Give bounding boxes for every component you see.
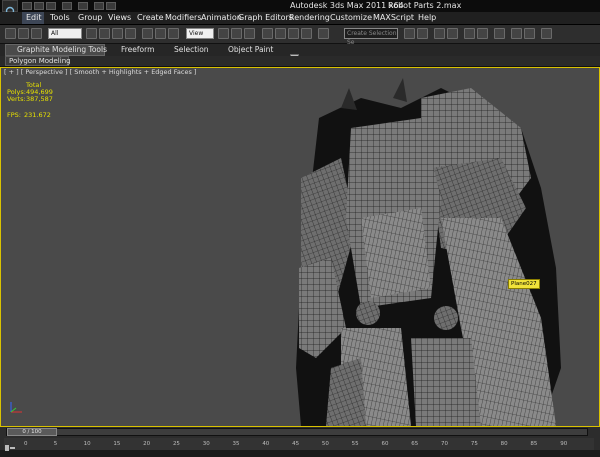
- reference-coord-dropdown[interactable]: View: [186, 28, 214, 39]
- frame-tick-label: 15: [113, 441, 121, 447]
- named-selection-field[interactable]: Create Selection Se: [344, 28, 398, 46]
- project-folder-icon[interactable]: [94, 2, 104, 10]
- stats-fps-label: FPS:: [7, 111, 21, 119]
- select-by-name-icon[interactable]: [99, 28, 110, 39]
- quick-access-dropdown-icon[interactable]: [106, 2, 116, 10]
- frame-tick-label: 90: [560, 441, 568, 447]
- render-setup-icon[interactable]: [511, 28, 522, 39]
- menu-rendering[interactable]: Rendering: [289, 12, 330, 24]
- material-editor-icon[interactable]: [494, 28, 505, 39]
- window-file-name: Robot Parts 2.max: [388, 1, 462, 10]
- menu-edit[interactable]: Edit: [26, 12, 42, 24]
- select-link-icon[interactable]: [5, 28, 16, 39]
- spinner-snap-icon[interactable]: [301, 28, 312, 39]
- frame-tick-label: 60: [381, 441, 389, 447]
- menu-maxscript[interactable]: MAXScript: [373, 12, 414, 24]
- panel-polygon-modeling[interactable]: Polygon Modeling: [9, 56, 71, 66]
- frame-tick-label: 25: [172, 441, 180, 447]
- ribbon-panel-bar: [0, 56, 600, 67]
- keyboard-shortcut-override-icon[interactable]: [244, 28, 255, 39]
- bind-space-warp-icon[interactable]: [31, 28, 42, 39]
- scale-icon[interactable]: [168, 28, 179, 39]
- frame-tick-label: 20: [143, 441, 151, 447]
- select-object-icon[interactable]: [86, 28, 97, 39]
- tab-object-paint[interactable]: Object Paint: [228, 44, 273, 56]
- frame-tick-label: 30: [202, 441, 210, 447]
- pivot-center-icon[interactable]: [218, 28, 229, 39]
- frame-tick-label: 5: [53, 441, 58, 447]
- frame-ruler: 0 5 10 15 20 25 30 35 40 45 50 55 60 65 70 75 80 85 90: [24, 441, 590, 449]
- move-icon[interactable]: [142, 28, 153, 39]
- frame-tick-label: 0: [24, 441, 28, 447]
- frame-tick-label: 10: [83, 441, 91, 447]
- menu-group[interactable]: Group: [78, 12, 102, 24]
- align-icon[interactable]: [417, 28, 428, 39]
- menu-help[interactable]: Help: [418, 12, 436, 24]
- rotate-icon[interactable]: [155, 28, 166, 39]
- save-file-icon[interactable]: [46, 2, 56, 10]
- ribbon-options-icon[interactable]: [290, 46, 306, 61]
- frame-tick-label: 45: [292, 441, 300, 447]
- window-crossing-icon[interactable]: [125, 28, 136, 39]
- angle-snap-icon[interactable]: [275, 28, 286, 39]
- percent-snap-icon[interactable]: [288, 28, 299, 39]
- stats-fps-value: 231.672: [24, 111, 51, 119]
- application-button[interactable]: [2, 0, 18, 16]
- layer-manager-icon[interactable]: [434, 28, 445, 39]
- viewport-label[interactable]: [ + ] [ Perspective ] [ Smooth + Highlig…: [4, 68, 196, 77]
- frame-tick-label: 75: [470, 441, 478, 447]
- time-slider[interactable]: [6, 428, 588, 436]
- frame-tick-label: 70: [441, 441, 449, 447]
- object-name-tooltip: Plane027: [508, 279, 540, 289]
- frame-tick-label: 80: [500, 441, 508, 447]
- time-slider-thumb[interactable]: 0 / 100: [7, 428, 57, 436]
- perspective-viewport[interactable]: [0, 67, 600, 427]
- tab-selection[interactable]: Selection: [174, 44, 209, 56]
- edit-named-selection-icon[interactable]: [318, 28, 329, 39]
- menu-customize[interactable]: Customize: [330, 12, 372, 24]
- unlink-icon[interactable]: [18, 28, 29, 39]
- key-icon[interactable]: [4, 438, 16, 451]
- new-file-icon[interactable]: [22, 2, 32, 10]
- menu-tools[interactable]: Tools: [50, 12, 70, 24]
- frame-tick-label: 35: [232, 441, 240, 447]
- window-title: Autodesk 3ds Max 2011 x64: [290, 1, 404, 10]
- tab-freeform[interactable]: Freeform: [121, 44, 154, 56]
- rendered-frame-window-icon[interactable]: [524, 28, 535, 39]
- menu-views[interactable]: Views: [108, 12, 131, 24]
- snaps-toggle-icon[interactable]: [262, 28, 273, 39]
- menu-animation[interactable]: Animation: [201, 12, 242, 24]
- frame-tick-label: 55: [351, 441, 359, 447]
- stats-verts-label: Verts:: [7, 95, 26, 103]
- schematic-view-icon[interactable]: [477, 28, 488, 39]
- frame-tick-label: 40: [262, 441, 270, 447]
- selection-filter-dropdown[interactable]: All: [48, 28, 82, 39]
- rectangle-selection-icon[interactable]: [112, 28, 123, 39]
- mirror-icon[interactable]: [404, 28, 415, 39]
- menu-modifiers[interactable]: Modifiers: [165, 12, 202, 24]
- render-production-icon[interactable]: [541, 28, 552, 39]
- select-and-manipulate-icon[interactable]: [231, 28, 242, 39]
- axis-tripod-icon: [8, 400, 24, 414]
- undo-icon[interactable]: [62, 2, 72, 10]
- menu-graph-editors[interactable]: Graph Editors: [238, 12, 293, 24]
- open-file-icon[interactable]: [34, 2, 44, 10]
- tab-graphite-modeling-tools[interactable]: Graphite Modeling Tools: [17, 44, 107, 56]
- frame-tick-label: 50: [321, 441, 329, 447]
- stats-verts-value: 387,587: [26, 95, 53, 103]
- frame-tick-label: 85: [530, 441, 538, 447]
- frame-tick-label: 65: [411, 441, 419, 447]
- curve-editor-icon[interactable]: [464, 28, 475, 39]
- graphite-toggle-icon[interactable]: [447, 28, 458, 39]
- robot-mesh: [296, 78, 561, 426]
- redo-icon[interactable]: [78, 2, 88, 10]
- menu-create[interactable]: Create: [137, 12, 164, 24]
